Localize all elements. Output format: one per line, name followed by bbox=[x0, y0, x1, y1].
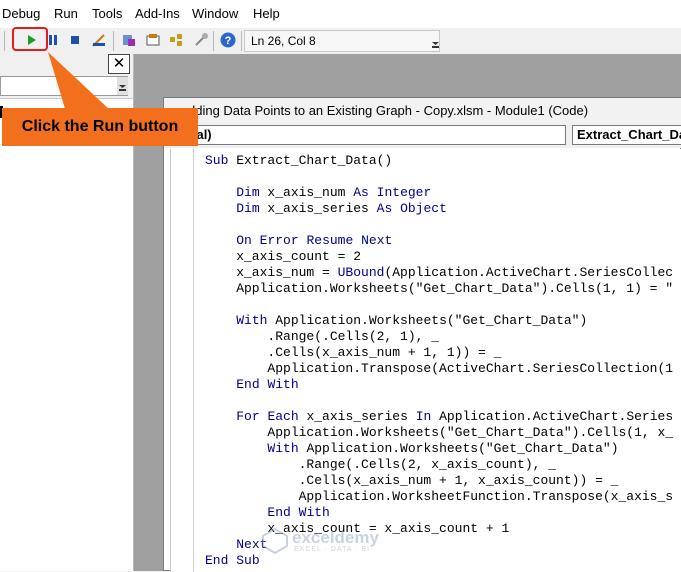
code-text[interactable]: Sub Extract_Chart_Data() Dim x_axis_num … bbox=[205, 153, 673, 569]
code-line[interactable]: Application.Worksheets("Get_Chart_Data")… bbox=[205, 281, 673, 297]
code-line[interactable] bbox=[205, 217, 673, 233]
svg-text:?: ? bbox=[225, 35, 232, 47]
watermark-logo-icon bbox=[262, 528, 288, 554]
object-combo[interactable]: eneral) bbox=[164, 125, 566, 145]
code-line[interactable] bbox=[205, 297, 673, 313]
menu-add-ins[interactable]: Add-Ins bbox=[135, 6, 180, 21]
pane-combo-dropdown-icon[interactable] bbox=[117, 77, 128, 95]
code-line[interactable] bbox=[205, 393, 673, 409]
code-line[interactable] bbox=[205, 169, 673, 185]
menu-tools[interactable]: Tools bbox=[92, 6, 122, 21]
standard-toolbar: ? Ln 26, Col 8 bbox=[0, 28, 681, 55]
code-line[interactable]: .Range(.Cells(2, 1), _ bbox=[205, 329, 673, 345]
code-line[interactable]: With Application.Worksheets("Get_Chart_D… bbox=[205, 441, 673, 457]
design-mode-icon[interactable] bbox=[90, 31, 108, 49]
toolbar-options-icon[interactable] bbox=[430, 32, 442, 52]
code-line[interactable]: Dim x_axis_num As Integer bbox=[205, 185, 673, 201]
code-line[interactable]: Application.Transpose(ActiveChart.Series… bbox=[205, 361, 673, 377]
code-line[interactable]: x_axis_count = 2 bbox=[205, 249, 673, 265]
code-line[interactable]: For Each x_axis_series In Application.Ac… bbox=[205, 409, 673, 425]
toolbar-separator bbox=[4, 31, 5, 51]
toolbar-separator bbox=[213, 31, 214, 51]
code-window: dding Data Points to an Existing Graph -… bbox=[163, 97, 681, 572]
help-icon[interactable]: ? bbox=[219, 31, 237, 49]
pane-combo[interactable] bbox=[0, 76, 128, 96]
code-line[interactable]: End Sub bbox=[205, 553, 673, 569]
code-editor[interactable]: Sub Extract_Chart_Data() Dim x_axis_num … bbox=[170, 149, 681, 572]
toolbar-separator bbox=[113, 31, 114, 51]
menu-help[interactable]: Help bbox=[253, 6, 280, 21]
code-line[interactable]: Dim x_axis_series As Object bbox=[205, 201, 673, 217]
menu-window[interactable]: Window bbox=[192, 6, 238, 21]
code-line[interactable]: Application.WorksheetFunction.Transpose(… bbox=[205, 489, 673, 505]
code-line[interactable]: .Cells(x_axis_num + 1, x_axis_count)) = … bbox=[205, 473, 673, 489]
code-line[interactable]: On Error Resume Next bbox=[205, 233, 673, 249]
code-line[interactable]: With Application.Worksheets("Get_Chart_D… bbox=[205, 313, 673, 329]
properties-icon[interactable] bbox=[144, 31, 162, 49]
code-window-title: dding Data Points to an Existing Graph -… bbox=[188, 103, 589, 118]
code-line[interactable]: Application.Worksheets("Get_Chart_Data")… bbox=[205, 425, 673, 441]
code-line[interactable]: .Range(.Cells(2, x_axis_count), _ bbox=[205, 457, 673, 473]
code-line[interactable]: Sub Extract_Chart_Data() bbox=[205, 153, 673, 169]
menu-debug[interactable]: Debug bbox=[2, 6, 40, 21]
procedure-combo[interactable]: Extract_Chart_Data bbox=[572, 125, 681, 145]
object-browser-icon[interactable] bbox=[167, 31, 185, 49]
menu-run[interactable]: Run bbox=[54, 6, 78, 21]
watermark-tagline: EXCEL · DATA · BI bbox=[294, 546, 370, 553]
watermark-name: exceldemy bbox=[292, 528, 379, 547]
callout: Click the Run button bbox=[2, 108, 198, 146]
close-pane-button[interactable]: ✕ bbox=[108, 54, 130, 74]
code-line[interactable]: End With bbox=[205, 377, 673, 393]
menu-bar: Debug Run Tools Add-Ins Window Help bbox=[0, 0, 681, 29]
reset-icon[interactable] bbox=[66, 31, 84, 49]
code-window-combos: eneral) Extract_Chart_Data bbox=[164, 122, 681, 148]
project-explorer-icon[interactable] bbox=[120, 31, 138, 49]
code-line[interactable]: .Cells(x_axis_num + 1, 1)) = _ bbox=[205, 345, 673, 361]
code-window-titlebar[interactable]: dding Data Points to an Existing Graph -… bbox=[164, 98, 681, 122]
cursor-position: Ln 26, Col 8 bbox=[244, 30, 440, 52]
toolbox-icon[interactable] bbox=[192, 31, 210, 49]
toolbar-separator bbox=[241, 31, 242, 51]
code-margin[interactable] bbox=[171, 149, 194, 572]
callout-text: Click the Run button bbox=[21, 118, 179, 135]
pane-header: ✕ bbox=[0, 54, 133, 99]
code-line[interactable]: x_axis_num = UBound(Application.ActiveCh… bbox=[205, 265, 673, 281]
run-button-highlight bbox=[12, 27, 48, 51]
code-line[interactable]: End With bbox=[205, 505, 673, 521]
